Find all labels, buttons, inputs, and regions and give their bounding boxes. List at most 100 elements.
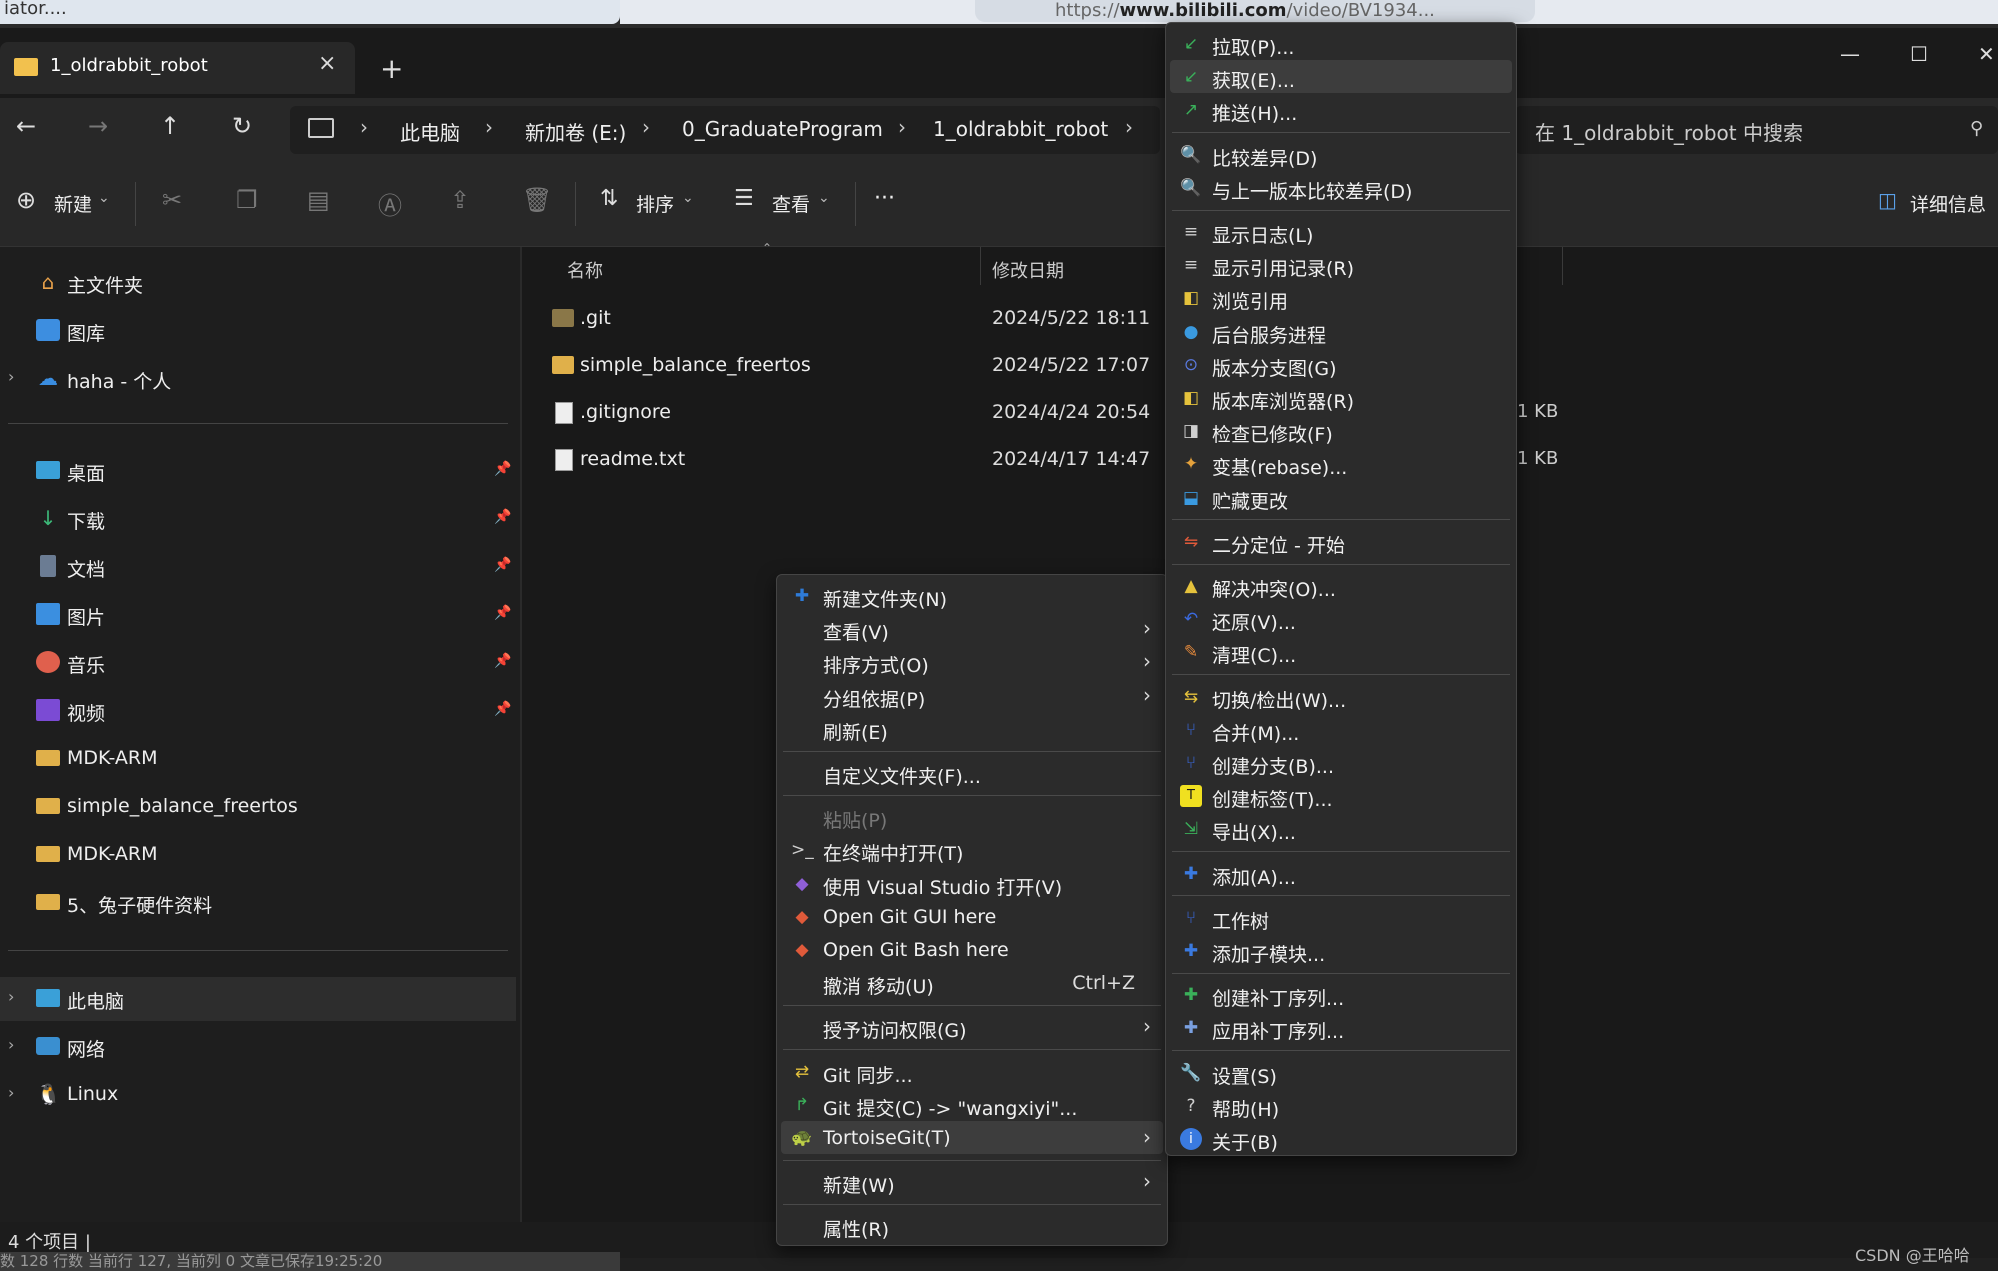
sidebar-item-videos[interactable]: 视频 📌	[0, 689, 516, 733]
chevron-right-icon[interactable]: ›	[8, 1035, 14, 1054]
menu-item-submodule-add[interactable]: ✚ 添加子模块...	[1170, 934, 1512, 967]
browser-url-bar[interactable]: https://www.bilibili.com/video/BV1934...	[975, 0, 1535, 22]
up-button[interactable]: ↑	[160, 112, 180, 140]
file-row[interactable]: simple_balance_freertos 2024/5/22 17:07	[522, 344, 1172, 388]
menu-item-cleanup[interactable]: ✎ 清理(C)...	[1170, 635, 1512, 668]
rename-icon[interactable]: Ⓐ	[378, 186, 402, 221]
search-box[interactable]: 在 1_oldrabbit_robot 中搜索 ⚲	[1515, 106, 1998, 154]
pin-icon[interactable]: 📌	[494, 701, 511, 717]
sidebar-item-folder[interactable]: 5、兔子硬件资料	[0, 881, 516, 925]
menu-item-git-sync[interactable]: ⇄ Git 同步...	[781, 1055, 1163, 1088]
file-row[interactable]: .gitignore 2024/4/24 20:54	[522, 391, 1172, 435]
maximize-button[interactable]: ☐	[1910, 42, 1928, 66]
menu-item-item[interactable]: 排序方式(O) ›	[781, 645, 1163, 678]
sidebar-item-desktop[interactable]: 桌面 📌	[0, 449, 516, 493]
menu-item-daemon[interactable]: ● 后台服务进程	[1170, 315, 1512, 348]
column-separator[interactable]	[1562, 247, 1563, 285]
new-tab-button[interactable]: +	[380, 52, 403, 85]
menu-item-terminal[interactable]: >_ 在终端中打开(T)	[781, 833, 1163, 866]
sidebar-item-pictures[interactable]: 图片 📌	[0, 593, 516, 637]
sidebar-item-gallery[interactable]: 图库	[0, 309, 516, 353]
new-button[interactable]: 新建	[54, 190, 92, 217]
menu-item-item[interactable]: 新建(W) ›	[781, 1165, 1163, 1198]
menu-item-export[interactable]: ⇲ 导出(X)...	[1170, 812, 1512, 845]
column-separator[interactable]	[980, 247, 981, 285]
close-tab-button[interactable]: ×	[318, 51, 336, 76]
breadcrumb-item[interactable]: 新加卷 (E:)	[525, 117, 626, 146]
chevron-right-icon[interactable]: ›	[8, 1083, 14, 1102]
file-row[interactable]: .git 2024/5/22 18:11	[522, 297, 1172, 341]
menu-item-item[interactable]: 分组依据(P) ›	[781, 679, 1163, 712]
breadcrumb-item[interactable]: 此电脑	[400, 117, 460, 146]
menu-item-stash[interactable]: ⬓ 贮藏更改	[1170, 481, 1512, 514]
pin-icon[interactable]: 📌	[494, 653, 511, 669]
column-header-name[interactable]: 名称	[567, 257, 603, 283]
menu-item-bisect[interactable]: ⇋ 二分定位 - 开始	[1170, 525, 1512, 558]
menu-item-diff[interactable]: 🔍 比较差异(D)	[1170, 138, 1512, 171]
close-window-button[interactable]: ✕	[1978, 42, 1995, 66]
sidebar-item-network[interactable]: › 网络	[0, 1025, 516, 1069]
menu-item-git-gui[interactable]: ◆ Open Git GUI here	[781, 900, 1163, 933]
delete-icon[interactable]: 🗑	[522, 186, 552, 214]
pin-icon[interactable]: 📌	[494, 509, 511, 525]
menu-item-resolve[interactable]: ▲ 解决冲突(O)...	[1170, 569, 1512, 602]
cut-icon[interactable]: ✂	[162, 186, 182, 214]
sidebar-item-documents[interactable]: 文档 📌	[0, 545, 516, 589]
menu-item-tortoisegit[interactable]: 🐢 TortoiseGit(T) ›	[781, 1121, 1163, 1154]
menu-item-rebase[interactable]: ✦ 变基(rebase)...	[1170, 447, 1512, 480]
menu-item-merge[interactable]: ⑂ 合并(M)...	[1170, 713, 1512, 746]
menu-item-item[interactable]: 刷新(E)	[781, 712, 1163, 745]
menu-item-item[interactable]: 粘贴(P)	[781, 800, 1163, 833]
menu-item-visual-studio[interactable]: ◆ 使用 Visual Studio 打开(V)	[781, 867, 1163, 900]
pin-icon[interactable]: 📌	[494, 461, 511, 477]
menu-item-add[interactable]: ✚ 添加(A)...	[1170, 857, 1512, 890]
menu-item-fetch[interactable]: ↙ 获取(E)...	[1170, 60, 1512, 94]
menu-item-settings[interactable]: 🔧 设置(S)	[1170, 1056, 1512, 1089]
sidebar-item-folder[interactable]: MDK-ARM	[0, 737, 516, 781]
menu-item-revert[interactable]: ↶ 还原(V)...	[1170, 602, 1512, 635]
menu-item-browse-refs[interactable]: ◧ 浏览引用	[1170, 281, 1512, 314]
menu-item-new-folder[interactable]: ✚ 新建文件夹(N)	[781, 579, 1163, 612]
paste-icon[interactable]: ▤	[307, 186, 330, 214]
background-window-tab[interactable]: iator....	[0, 0, 620, 24]
sidebar-item-this-pc[interactable]: › 此电脑	[0, 977, 516, 1021]
sidebar-item-folder[interactable]: simple_balance_freertos	[0, 785, 516, 829]
menu-item-create-patch[interactable]: ✚ 创建补丁序列...	[1170, 978, 1512, 1011]
menu-item-check-modifications[interactable]: ◨ 检查已修改(F)	[1170, 414, 1512, 447]
more-button[interactable]: ···	[874, 186, 895, 211]
minimize-button[interactable]: —	[1840, 42, 1860, 66]
column-header-modified[interactable]: 修改日期	[992, 257, 1064, 283]
menu-item-item[interactable]: 撤消 移动(U) Ctrl+Z	[781, 966, 1163, 999]
menu-item-item[interactable]: 自定义文件夹(F)...	[781, 756, 1163, 789]
sidebar-item-home[interactable]: ⌂ 主文件夹	[0, 261, 516, 305]
sidebar-item-music[interactable]: 音乐 📌	[0, 641, 516, 685]
menu-item-item[interactable]: 授予访问权限(G) ›	[781, 1010, 1163, 1043]
sidebar-item-onedrive[interactable]: › ☁ haha - 个人	[0, 357, 516, 401]
back-button[interactable]: ←	[16, 112, 36, 140]
copy-icon[interactable]: ❐	[236, 186, 258, 214]
menu-item-pull[interactable]: ↙ 拉取(P)...	[1170, 27, 1512, 60]
chevron-right-icon[interactable]: ›	[8, 987, 14, 1006]
details-button[interactable]: 详细信息	[1910, 190, 1986, 217]
menu-item-worktree[interactable]: ⑂ 工作树	[1170, 901, 1512, 934]
breadcrumb-item[interactable]: 0_GraduateProgram	[682, 117, 883, 141]
file-row[interactable]: readme.txt 2024/4/17 14:47	[522, 438, 1172, 482]
menu-item-git-commit[interactable]: ↱ Git 提交(C) -> "wangxiyi"...	[781, 1088, 1163, 1121]
menu-item-reflog[interactable]: ≡ 显示引用记录(R)	[1170, 248, 1512, 281]
pin-icon[interactable]: 📌	[494, 605, 511, 621]
pin-icon[interactable]: 📌	[494, 557, 511, 573]
address-bar[interactable]: › 此电脑 › 新加卷 (E:) › 0_GraduateProgram › 1…	[290, 106, 1160, 154]
sidebar-item-linux[interactable]: › 🐧 Linux	[0, 1073, 516, 1117]
menu-item-about[interactable]: i 关于(B)	[1170, 1122, 1512, 1155]
menu-item-repo-browser[interactable]: ◧ 版本库浏览器(R)	[1170, 381, 1512, 414]
sidebar-item-downloads[interactable]: ↓ 下载 📌	[0, 497, 516, 541]
tab-current-folder[interactable]: 1_oldrabbit_robot ×	[0, 42, 355, 94]
menu-item-diff-previous[interactable]: 🔍 与上一版本比较差异(D)	[1170, 171, 1512, 204]
menu-item-git-bash[interactable]: ◆ Open Git Bash here	[781, 933, 1163, 966]
menu-item-item[interactable]: 属性(R)	[781, 1209, 1163, 1242]
menu-item-log[interactable]: ≡ 显示日志(L)	[1170, 215, 1512, 248]
menu-item-push[interactable]: ↗ 推送(H)...	[1170, 93, 1512, 126]
view-button[interactable]: 查看	[772, 190, 810, 217]
menu-item-switch[interactable]: ⇆ 切换/检出(W)...	[1170, 680, 1512, 713]
chevron-right-icon[interactable]: ›	[8, 367, 14, 386]
